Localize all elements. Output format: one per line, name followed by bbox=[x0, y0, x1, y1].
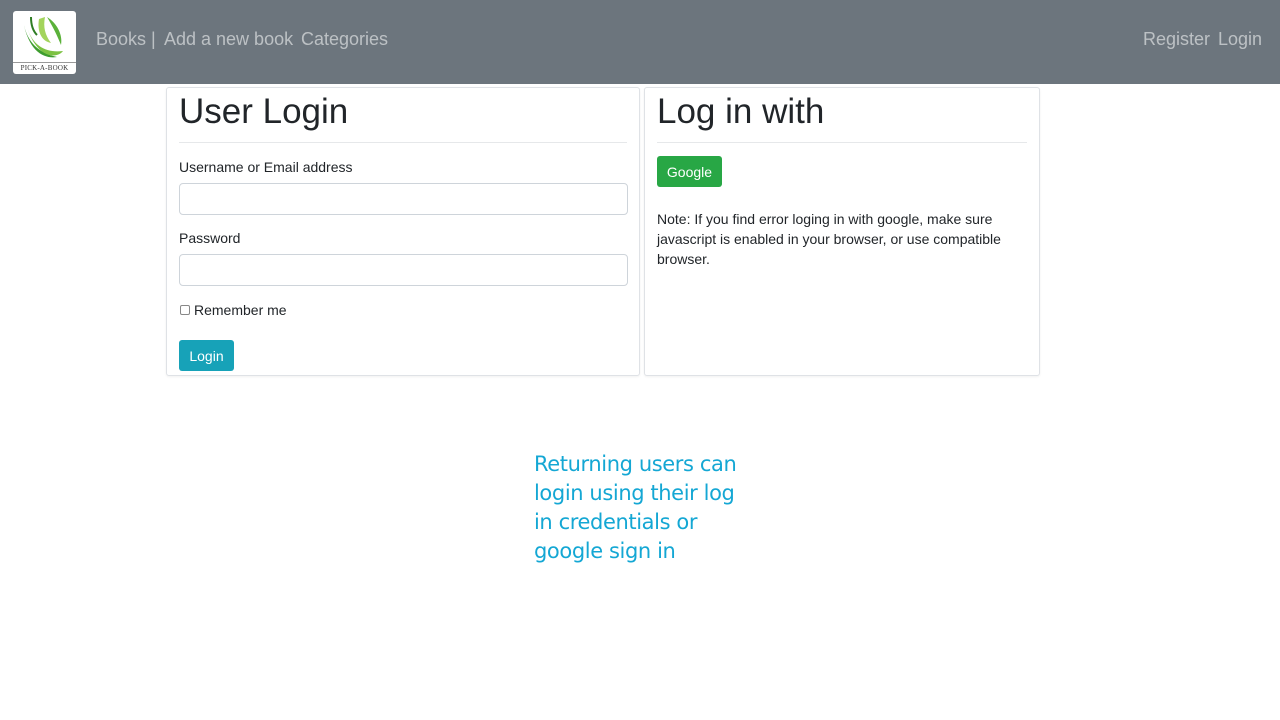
logo-text: PICK-A-BOOK bbox=[13, 62, 76, 72]
user-login-title: User Login bbox=[179, 92, 349, 131]
password-label: Password bbox=[179, 230, 241, 246]
nav-add-book-link[interactable]: Add a new book bbox=[164, 29, 293, 50]
remember-me-checkbox[interactable] bbox=[180, 305, 190, 315]
nav-books-link[interactable]: Books | bbox=[96, 29, 156, 50]
nav-login-link[interactable]: Login bbox=[1218, 29, 1262, 50]
book-logo-icon bbox=[23, 16, 63, 58]
login-button[interactable]: Login bbox=[179, 340, 234, 371]
title-divider bbox=[179, 142, 627, 143]
nav-categories-link[interactable]: Categories bbox=[301, 29, 388, 50]
annotation-callout: Returning users can login using their lo… bbox=[534, 452, 737, 563]
log-in-with-title: Log in with bbox=[657, 92, 825, 131]
username-label: Username or Email address bbox=[179, 159, 353, 175]
pick-a-book-logo[interactable]: PICK-A-BOOK bbox=[13, 11, 76, 74]
remember-me-label[interactable]: Remember me bbox=[194, 302, 287, 318]
google-login-note: Note: If you find error loging in with g… bbox=[657, 211, 1001, 267]
title-divider bbox=[657, 142, 1027, 143]
top-navbar: PICK-A-BOOK Books | Add a new book Categ… bbox=[0, 0, 1280, 84]
user-login-card: User Login Username or Email address Pas… bbox=[166, 87, 640, 376]
google-login-button[interactable]: Google bbox=[657, 156, 722, 187]
nav-register-link[interactable]: Register bbox=[1143, 29, 1210, 50]
social-login-card: Log in with Google Note: If you find err… bbox=[644, 87, 1040, 376]
username-input[interactable] bbox=[179, 183, 628, 215]
password-input[interactable] bbox=[179, 254, 628, 286]
